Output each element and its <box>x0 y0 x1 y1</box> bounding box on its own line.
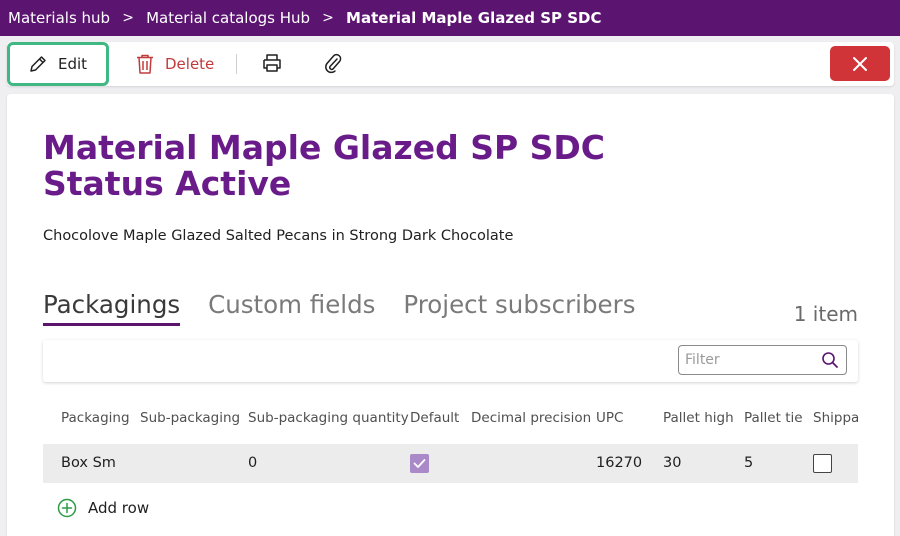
tab-packagings[interactable]: Packagings <box>43 290 181 326</box>
breadcrumb-item-material-catalogs-hub[interactable]: Material catalogs Hub <box>146 9 310 27</box>
tab-custom-fields[interactable]: Custom fields <box>208 290 375 326</box>
close-button[interactable] <box>830 46 890 81</box>
cell-pallet-high: 30 <box>663 455 682 471</box>
toolbar: Edit Delete <box>7 42 894 86</box>
column-header-shippable[interactable]: Shippable <box>813 410 858 426</box>
cell-pallet-tie: 5 <box>744 455 754 471</box>
add-row-label: Add row <box>88 499 150 517</box>
delete-button-label: Delete <box>165 55 215 73</box>
filter-box <box>678 345 847 375</box>
column-header-default[interactable]: Default <box>410 410 459 426</box>
cell-upc: 16270 <box>596 455 643 471</box>
column-header-pallet-high[interactable]: Pallet high <box>663 410 734 426</box>
filter-bar <box>43 340 858 382</box>
cell-sub-packaging-quantity: 0 <box>248 455 258 471</box>
breadcrumb-item-current: Material Maple Glazed SP SDC <box>346 9 602 27</box>
pencil-icon <box>30 56 46 72</box>
search-icon[interactable] <box>821 351 839 369</box>
edit-button[interactable]: Edit <box>7 42 109 86</box>
cell-packaging: Box Sm <box>61 455 116 471</box>
add-row-button[interactable]: Add row <box>57 498 149 518</box>
default-checkbox[interactable] <box>410 454 429 473</box>
shippable-checkbox[interactable] <box>813 454 832 473</box>
column-header-decimal-precision[interactable]: Decimal precision <box>471 410 591 426</box>
packagings-table: Packaging Sub-packaging Sub-packaging qu… <box>43 398 858 488</box>
material-description: Chocolove Maple Glazed Salted Pecans in … <box>43 228 514 244</box>
item-count: 1 item <box>793 302 858 326</box>
breadcrumb-item-materials-hub[interactable]: Materials hub <box>8 9 110 27</box>
edit-button-label: Edit <box>58 55 88 73</box>
main-card: Material Maple Glazed SP SDC Status Acti… <box>7 94 894 536</box>
page-title: Material Maple Glazed SP SDC Status Acti… <box>43 128 606 203</box>
tab-bar: Packagings Custom fields Project subscri… <box>43 290 663 326</box>
breadcrumb-separator: > <box>122 10 134 26</box>
column-header-sub-packaging[interactable]: Sub-packaging <box>140 410 240 426</box>
column-header-upc[interactable]: UPC <box>596 410 623 426</box>
breadcrumb-separator: > <box>322 10 334 26</box>
printer-icon <box>263 54 281 72</box>
attach-button[interactable] <box>323 52 343 74</box>
breadcrumb: Materials hub > Material catalogs Hub > … <box>0 0 900 36</box>
plus-circle-icon <box>57 498 77 518</box>
trash-icon <box>137 54 153 74</box>
column-header-sub-packaging-quantity[interactable]: Sub-packaging quantity <box>248 410 409 426</box>
column-header-pallet-tie[interactable]: Pallet tie <box>744 410 803 426</box>
tab-project-subscribers[interactable]: Project subscribers <box>403 290 635 326</box>
table-row[interactable]: Box Sm 0 16270 30 5 <box>43 444 858 483</box>
delete-button[interactable]: Delete <box>135 51 214 77</box>
column-header-packaging[interactable]: Packaging <box>61 410 130 426</box>
close-icon <box>853 56 867 71</box>
print-button[interactable] <box>261 52 283 74</box>
paperclip-icon <box>325 53 342 74</box>
toolbar-divider <box>236 54 237 74</box>
checkmark-icon <box>413 459 426 468</box>
filter-input[interactable] <box>685 352 815 368</box>
